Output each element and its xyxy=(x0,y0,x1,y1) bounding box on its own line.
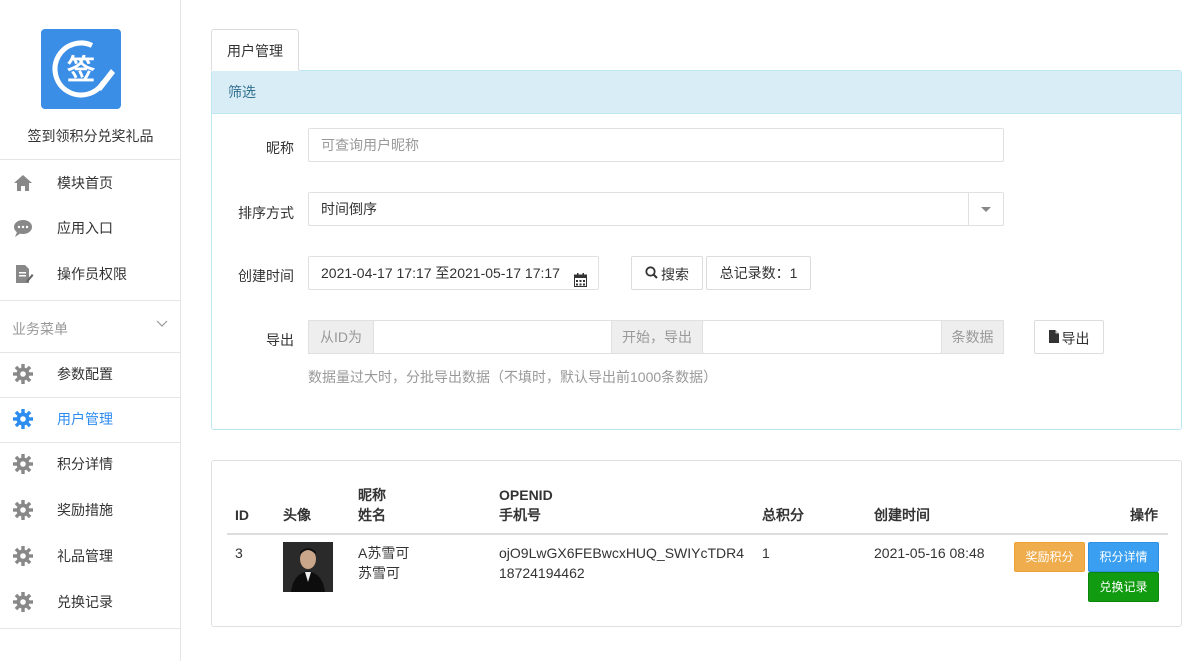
gear-icon xyxy=(12,499,34,521)
file-icon xyxy=(1048,322,1059,354)
gear-icon xyxy=(12,363,34,385)
chevron-down-icon xyxy=(156,317,168,329)
sidebar-item-home[interactable]: 模块首页 xyxy=(0,160,181,206)
sidebar: 签 签到领积分兑奖礼品 模块首页 应用入口 操作员权限 业务菜单 参数配置 用户… xyxy=(0,0,181,661)
business-menu-header[interactable]: 业务菜单 xyxy=(0,301,181,353)
sidebar-item-label: 奖励措施 xyxy=(57,502,113,518)
sidebar-item-operator-permissions[interactable]: 操作员权限 xyxy=(0,251,181,297)
column-header-phone: 手机号 xyxy=(499,507,541,523)
sidebar-item-label: 操作员权限 xyxy=(57,266,127,282)
export-label: 导出 xyxy=(266,332,294,348)
cell-phone: 18724194462 xyxy=(499,565,585,581)
chevron-down-icon xyxy=(968,193,1003,225)
chat-bubble-icon xyxy=(12,217,34,239)
created-time-label: 创建时间 xyxy=(238,268,294,284)
exchange-records-button[interactable]: 兑换记录 xyxy=(1088,572,1159,602)
export-count-input[interactable] xyxy=(702,320,942,354)
export-from-addon: 从ID为 xyxy=(308,320,374,354)
calendar-icon xyxy=(574,266,587,298)
cell-name: 苏雪可 xyxy=(358,565,400,581)
export-button-label: 导出 xyxy=(1061,330,1090,347)
reward-points-button[interactable]: 奖励积分 xyxy=(1014,542,1085,572)
sidebar-item-param-config[interactable]: 参数配置 xyxy=(0,351,181,397)
gear-icon xyxy=(12,591,34,613)
sidebar-item-label: 礼品管理 xyxy=(57,548,113,564)
sort-select-value: 时间倒序 xyxy=(321,201,377,217)
sidebar-item-user-management[interactable]: 用户管理 xyxy=(0,396,181,442)
search-button-label: 搜索 xyxy=(661,266,689,283)
column-header-nickname: 昵称 xyxy=(358,487,386,503)
cell-created: 2021-05-16 08:48 xyxy=(874,545,985,561)
avatar xyxy=(283,542,333,592)
created-time-range-value: 2021-04-17 17:17 至2021-05-17 17:17 xyxy=(321,265,560,281)
export-hint: 数据量过大时，分批导出数据（不填时，默认导出前1000条数据） xyxy=(308,369,718,385)
sidebar-item-label: 应用入口 xyxy=(57,220,113,236)
column-header-actions: 操作 xyxy=(1130,507,1158,523)
created-time-range-input[interactable]: 2021-04-17 17:17 至2021-05-17 17:17 xyxy=(308,256,599,290)
sidebar-item-app-entry[interactable]: 应用入口 xyxy=(0,205,181,251)
column-header-points: 总积分 xyxy=(762,507,804,523)
cell-id: 3 xyxy=(235,545,243,561)
sidebar-item-label: 模块首页 xyxy=(57,175,113,191)
gear-icon xyxy=(12,453,34,475)
column-header-id: ID xyxy=(235,507,249,523)
sidebar-item-label: 用户管理 xyxy=(57,411,113,427)
gear-icon xyxy=(12,408,34,430)
section-label: 业务菜单 xyxy=(12,321,68,337)
sidebar-item-rewards[interactable]: 奖励措施 xyxy=(0,487,181,533)
sidebar-item-label: 兑换记录 xyxy=(57,594,113,610)
sort-select[interactable]: 时间倒序 xyxy=(308,192,1004,226)
user-table: ID 头像 昵称 姓名 OPENID 手机号 总积分 创建时间 操作 3 A苏雪… xyxy=(211,460,1182,627)
sort-label: 排序方式 xyxy=(238,205,294,221)
points-detail-button[interactable]: 积分详情 xyxy=(1088,542,1159,572)
svg-text:签: 签 xyxy=(67,53,95,86)
export-button[interactable]: 导出 xyxy=(1034,320,1104,354)
column-header-created: 创建时间 xyxy=(874,507,930,523)
filter-panel: 筛选 昵称 可查询用户昵称 排序方式 时间倒序 创建时间 2021-04-17 … xyxy=(211,70,1182,430)
export-start-addon: 开始，导出 xyxy=(611,320,703,354)
export-start-id-input[interactable] xyxy=(373,320,613,354)
table-header-divider xyxy=(227,533,1168,535)
divider xyxy=(0,628,181,629)
sidebar-item-points-detail[interactable]: 积分详情 xyxy=(0,441,181,487)
search-icon xyxy=(645,258,658,290)
column-header-avatar: 头像 xyxy=(283,507,311,523)
sidebar-item-label: 积分详情 xyxy=(57,456,113,472)
nickname-input[interactable]: 可查询用户昵称 xyxy=(308,128,1004,162)
app-header: 签 签到领积分兑奖礼品 xyxy=(0,0,180,160)
sidebar-item-exchange-records[interactable]: 兑换记录 xyxy=(0,579,181,625)
home-icon xyxy=(12,172,34,194)
column-header-name: 姓名 xyxy=(358,507,386,523)
cell-openid: ojO9LwGX6FEBwcxHUQ_SWIYcTDR4 xyxy=(499,545,745,561)
app-logo-icon: 签 xyxy=(41,29,121,109)
filter-panel-title: 筛选 xyxy=(212,71,1181,114)
sidebar-item-label: 参数配置 xyxy=(57,366,113,382)
cell-points: 1 xyxy=(762,545,770,561)
app-name: 签到领积分兑奖礼品 xyxy=(27,128,154,144)
nickname-label: 昵称 xyxy=(266,140,294,156)
tab-user-management[interactable]: 用户管理 xyxy=(211,29,299,71)
sidebar-item-gift-management[interactable]: 礼品管理 xyxy=(0,533,181,579)
search-button[interactable]: 搜索 xyxy=(631,256,703,290)
export-count-addon: 条数据 xyxy=(941,320,1004,354)
cell-nickname: A苏雪可 xyxy=(358,545,410,561)
document-edit-icon xyxy=(12,263,34,285)
total-records-badge: 总记录数：1 xyxy=(706,256,811,290)
column-header-openid: OPENID xyxy=(499,487,553,503)
gear-icon xyxy=(12,545,34,567)
